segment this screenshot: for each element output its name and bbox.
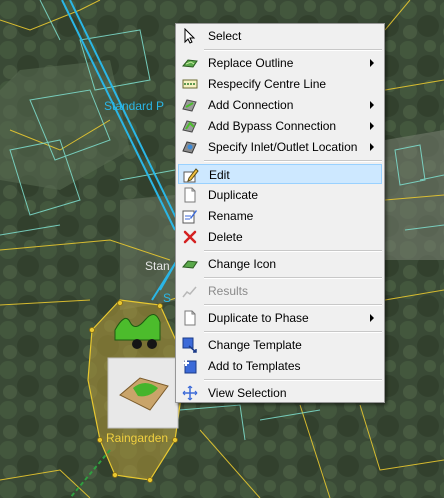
menu-item-label: Replace Outline <box>208 56 294 70</box>
map-label-stan: Stan <box>145 259 170 273</box>
menu-item-label: Change Template <box>208 338 302 352</box>
menu-item-label: Respecify Centre Line <box>208 77 327 91</box>
submenu-arrow-icon <box>370 314 374 322</box>
duplicate-page-icon <box>184 187 196 203</box>
menu-item-view-selection[interactable]: View Selection <box>178 383 382 403</box>
menu-item-change-icon[interactable]: Change Icon <box>178 254 382 274</box>
menu-item-specify-inlet-outlet[interactable]: Specify Inlet/Outlet Location <box>178 137 382 157</box>
change-icon-icon <box>182 260 198 269</box>
menu-item-label: Duplicate <box>208 188 259 202</box>
menu-item-label: Add Connection <box>208 98 294 112</box>
menu-item-label: Add Bypass Connection <box>208 119 337 133</box>
change-template-icon <box>182 337 197 353</box>
cursor-arrow-icon <box>184 28 196 44</box>
menu-item-duplicate[interactable]: Duplicate <box>178 185 382 205</box>
menu-item-add-connection[interactable]: Add Connection <box>178 95 382 115</box>
menu-item-label: Duplicate to Phase <box>208 311 309 325</box>
submenu-arrow-icon <box>370 122 374 130</box>
menu-item-label: Delete <box>208 230 243 244</box>
results-chart-icon <box>182 286 197 298</box>
map-label-raingarden: Raingarden <box>106 431 169 445</box>
context-menu: Select Replace Outline Respecify Centre … <box>175 23 385 403</box>
menu-item-rename[interactable]: Rename <box>178 206 382 226</box>
menu-item-add-bypass-connection[interactable]: Add Bypass Connection <box>178 116 382 136</box>
menu-separator <box>204 277 382 279</box>
menu-item-edit[interactable]: Edit <box>178 164 382 184</box>
menu-separator <box>204 379 382 381</box>
centre-line-icon <box>182 79 198 89</box>
menu-separator <box>204 331 382 333</box>
menu-item-label: Specify Inlet/Outlet Location <box>208 140 358 154</box>
delete-x-icon <box>183 230 197 244</box>
menu-item-replace-outline[interactable]: Replace Outline <box>178 53 382 73</box>
add-to-templates-icon <box>183 360 197 374</box>
menu-item-add-to-templates[interactable]: Add to Templates <box>178 356 382 376</box>
menu-item-label: Select <box>208 29 242 43</box>
menu-separator <box>204 160 382 162</box>
menu-separator <box>204 304 382 306</box>
menu-item-label: Edit <box>209 168 230 182</box>
duplicate-to-phase-icon <box>184 310 196 326</box>
raingarden-thumbnail-icon <box>107 357 179 429</box>
submenu-arrow-icon <box>370 59 374 67</box>
menu-item-label: Change Icon <box>208 257 277 271</box>
replace-outline-icon <box>182 59 198 68</box>
menu-item-label: Rename <box>208 209 254 223</box>
rename-icon <box>182 210 197 224</box>
menu-item-duplicate-to-phase[interactable]: Duplicate to Phase <box>178 308 382 328</box>
map-label-standard-p: Standard P <box>104 99 165 113</box>
submenu-arrow-icon <box>370 143 374 151</box>
inlet-outlet-icon <box>182 141 197 154</box>
menu-item-select[interactable]: Select <box>178 26 382 46</box>
map-label-s: S <box>163 291 172 305</box>
menu-item-results: Results <box>178 281 382 301</box>
add-connection-icon <box>182 99 197 112</box>
submenu-arrow-icon <box>370 101 374 109</box>
menu-item-change-template[interactable]: Change Template <box>178 335 382 355</box>
view-selection-icon <box>182 385 198 401</box>
menu-item-label: View Selection <box>208 386 287 400</box>
bypass-connection-icon <box>182 120 197 133</box>
menu-item-delete[interactable]: Delete <box>178 227 382 247</box>
menu-item-label: Add to Templates <box>208 359 301 373</box>
menu-item-respecify-centre-line[interactable]: Respecify Centre Line <box>178 74 382 94</box>
menu-item-label: Results <box>208 284 249 298</box>
edit-pencil-icon <box>183 168 199 183</box>
menu-separator <box>204 49 382 51</box>
menu-separator <box>204 250 382 252</box>
